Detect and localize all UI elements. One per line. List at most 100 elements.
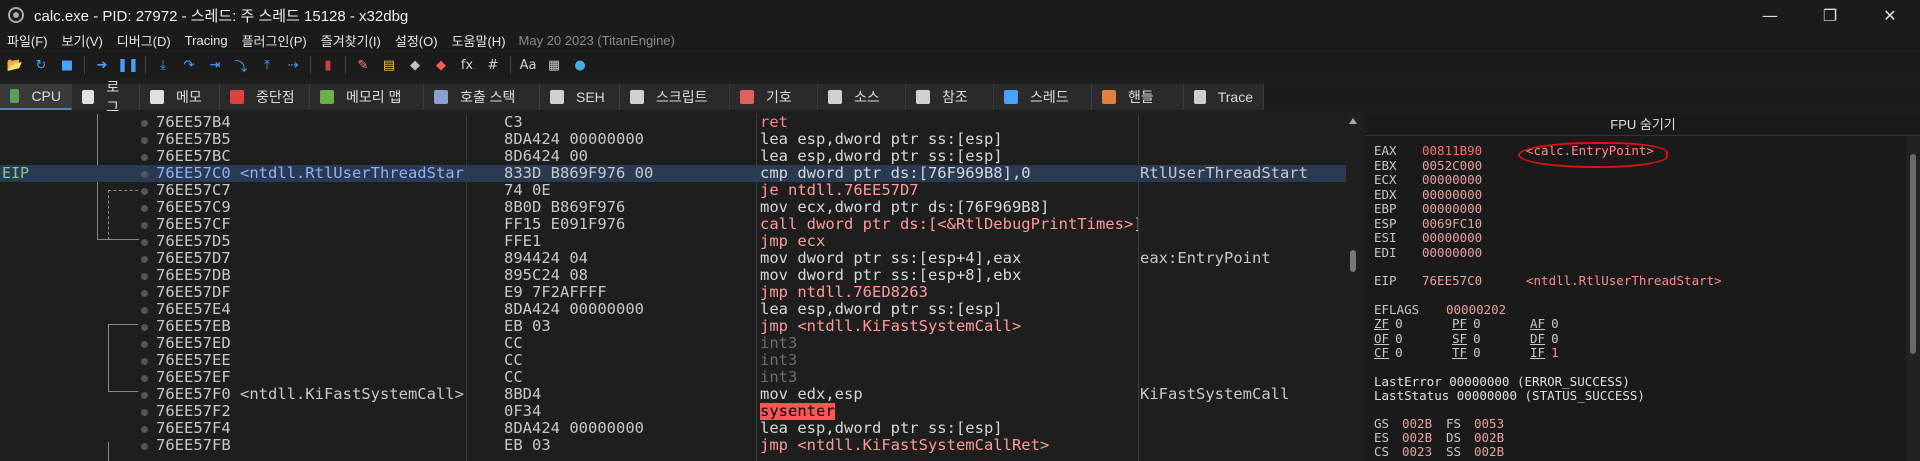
tab-seh[interactable]: SEH [540, 84, 620, 110]
open-icon[interactable]: 📂 [6, 56, 24, 74]
segment-row[interactable]: GS 002B FS 0053 [1374, 417, 1504, 431]
strings-icon[interactable]: Aa [519, 56, 537, 74]
disasm-row[interactable]: 76EE57EF CC int3 [0, 369, 1346, 386]
scylla-icon[interactable]: ▮ [319, 56, 337, 74]
menu-view[interactable]: 보기(V) [55, 31, 110, 50]
disasm-row[interactable]: 76EE57FB EB 03 jmp <ntdll.KiFastSystemCall… [0, 437, 1346, 454]
breakpoint-toggle[interactable] [141, 256, 148, 263]
comments-icon[interactable]: ▤ [380, 56, 398, 74]
segment-row[interactable]: ES 002B DS 002B [1374, 431, 1504, 445]
run-icon[interactable]: ➜ [93, 56, 111, 74]
register-edx[interactable]: EDX 00000000 [1374, 187, 1526, 202]
trace-into-icon[interactable]: ⇥ [206, 56, 224, 74]
step-into-icon[interactable]: ⤓ [154, 56, 172, 74]
register-ecx[interactable]: ECX 00000000 [1374, 173, 1526, 187]
scrollbar-thumb[interactable] [1350, 250, 1356, 272]
tab-handles[interactable]: 핸들 [1092, 84, 1184, 110]
last-status[interactable]: LastStatus 00000000 (STATUS_SUCCESS) [1374, 389, 1645, 403]
breakpoint-toggle[interactable] [141, 273, 148, 280]
menu-help[interactable]: 도움말(H) [445, 31, 513, 50]
disasm-row[interactable]: 76EE57ED CC int3 [0, 335, 1346, 352]
menu-tracing[interactable]: Tracing [178, 33, 235, 48]
patch-icon[interactable]: ✎ [354, 56, 372, 74]
disasm-row[interactable]: 76EE57EE CC int3 [0, 352, 1346, 369]
register-edi[interactable]: EDI 00000000 [1374, 245, 1526, 260]
breakpoint-toggle[interactable] [141, 154, 148, 161]
disasm-row[interactable]: 76EE57C9 8B0D B869F976 mov ecx,dword ptr d… [0, 199, 1346, 216]
calculator-icon[interactable]: ▦ [545, 56, 563, 74]
breakpoint-toggle[interactable] [141, 120, 148, 127]
tab-memory-map[interactable]: 메모리 맵 [310, 84, 424, 110]
variables-icon[interactable]: # [484, 56, 502, 74]
pause-icon[interactable]: ❚❚ [117, 56, 139, 74]
tab-notes[interactable]: 메모 [140, 84, 220, 110]
flags-row[interactable]: OF 0 SF 0 DF 0 [1374, 331, 1608, 346]
breakpoint-toggle[interactable] [141, 188, 148, 195]
disasm-row[interactable]: 76EE57C7 74 0E je ntdll.76EE57D7 [0, 182, 1346, 199]
tab-trace[interactable]: Trace [1184, 84, 1264, 110]
disasm-row[interactable]: 76EE57CF FF15 E091F976 call dword ptr ds:[… [0, 216, 1346, 233]
disasm-row[interactable]: 76EE57DB 895C24 08 mov dword ptr ss:[esp+8… [0, 267, 1346, 284]
breakpoint-toggle[interactable] [141, 222, 148, 229]
flag-pf[interactable]: PF 0 [1452, 317, 1524, 331]
disassembly-scrollbar[interactable] [1346, 114, 1360, 461]
registers-scrollbar[interactable] [1906, 136, 1920, 461]
breakpoint-toggle[interactable] [141, 205, 148, 212]
disasm-row[interactable]: 76EE57E4 8DA424 00000000 lea esp,dword ptr… [0, 301, 1346, 318]
scrollbar-thumb[interactable] [1910, 154, 1916, 354]
run-to-user-code-icon[interactable]: ⇢ [284, 56, 302, 74]
disasm-row[interactable]: 76EE57BC 8D6424 00 lea esp,dword ptr ss:[e… [0, 148, 1346, 165]
disasm-row[interactable]: 76EE57DF E9 7F2AFFFF jmp ntdll.76ED8263 [0, 284, 1346, 301]
disasm-row[interactable]: EIP 76EE57C0 <ntdll.RtlUserThreadStart> 83… [0, 165, 1346, 182]
disasm-row[interactable]: 76EE57F2 0F34 sysenter [0, 403, 1346, 420]
execute-till-return-icon[interactable]: ⤒ [258, 56, 276, 74]
tab-symbols[interactable]: 기호 [730, 84, 818, 110]
register-ebp[interactable]: EBP 00000000 [1374, 202, 1526, 216]
segment-row[interactable]: CS 0023 SS 002B [1374, 445, 1504, 459]
flags-row[interactable]: CF 0 TF 0 IF 1 [1374, 346, 1608, 360]
menu-plugins[interactable]: 플러그인(P) [235, 31, 314, 50]
breakpoint-toggle[interactable] [141, 341, 148, 348]
breakpoint-toggle[interactable] [141, 375, 148, 382]
maximize-button[interactable]: ❐ [1800, 0, 1860, 30]
flag-df[interactable]: DF 0 [1530, 331, 1602, 346]
disassembly-view[interactable]: 76EE57B4 C3 ret 76EE57B5 8DA424 00000000 lea … [0, 114, 1346, 461]
register-esp[interactable]: ESP 0069FC10 [1374, 216, 1526, 231]
flag-zf[interactable]: ZF 0 [1374, 317, 1446, 331]
tab-call-stack[interactable]: 호출 스택 [424, 84, 540, 110]
tab-log[interactable]: 로그 [72, 79, 140, 115]
flags-row[interactable]: ZF 0 PF 0 AF 0 [1374, 317, 1608, 331]
tab-cpu[interactable]: CPU [0, 84, 72, 110]
tab-breakpoint[interactable]: 중단점 [220, 84, 310, 110]
scroll-up-icon[interactable] [1349, 118, 1357, 124]
disasm-row[interactable]: 76EE57F0 <ntdll.KiFastSystemCall> 8BD4 mov… [0, 386, 1346, 403]
menu-favourites[interactable]: 즐겨찾기(I) [314, 31, 388, 50]
breakpoint-toggle[interactable] [141, 426, 148, 433]
disasm-row[interactable]: 76EE57F4 8DA424 00000000 lea esp,dword ptr… [0, 420, 1346, 437]
stop-icon[interactable]: ■ [58, 56, 76, 74]
restart-icon[interactable]: ↻ [32, 56, 50, 74]
flag-if[interactable]: IF 1 [1530, 346, 1602, 360]
tab-script[interactable]: 스크립트 [620, 84, 730, 110]
disasm-row[interactable]: 76EE57D7 894424 04 mov dword ptr ss:[esp+4… [0, 250, 1346, 267]
breakpoint-toggle[interactable] [141, 307, 148, 314]
breakpoint-toggle[interactable] [141, 392, 148, 399]
disasm-row[interactable]: 76EE57EB EB 03 jmp <ntdll.KiFastSystemCall… [0, 318, 1346, 335]
flag-cf[interactable]: CF 0 [1374, 346, 1446, 360]
functions-icon[interactable]: fx [458, 56, 476, 74]
globe-icon[interactable]: ● [571, 56, 589, 74]
breakpoint-toggle[interactable] [141, 137, 148, 144]
trace-over-icon[interactable]: ⤵ [232, 56, 250, 75]
breakpoint-toggle[interactable] [141, 443, 148, 450]
flag-sf[interactable]: SF 0 [1452, 331, 1524, 346]
register-eip[interactable]: EIP 76EE57C0 <ntdll.RtlUserThreadStart> [1374, 274, 1722, 288]
breakpoint-toggle[interactable] [141, 290, 148, 297]
disasm-row[interactable]: 76EE57B5 8DA424 00000000 lea esp,dword ptr… [0, 131, 1346, 148]
menu-options[interactable]: 설정(O) [388, 31, 445, 50]
register-esi[interactable]: ESI 00000000 [1374, 231, 1526, 245]
close-button[interactable]: ✕ [1860, 0, 1920, 30]
flag-of[interactable]: OF 0 [1374, 331, 1446, 346]
flag-af[interactable]: AF 0 [1530, 317, 1602, 331]
breakpoint-toggle[interactable] [141, 239, 148, 246]
breakpoint-toggle[interactable] [141, 324, 148, 331]
